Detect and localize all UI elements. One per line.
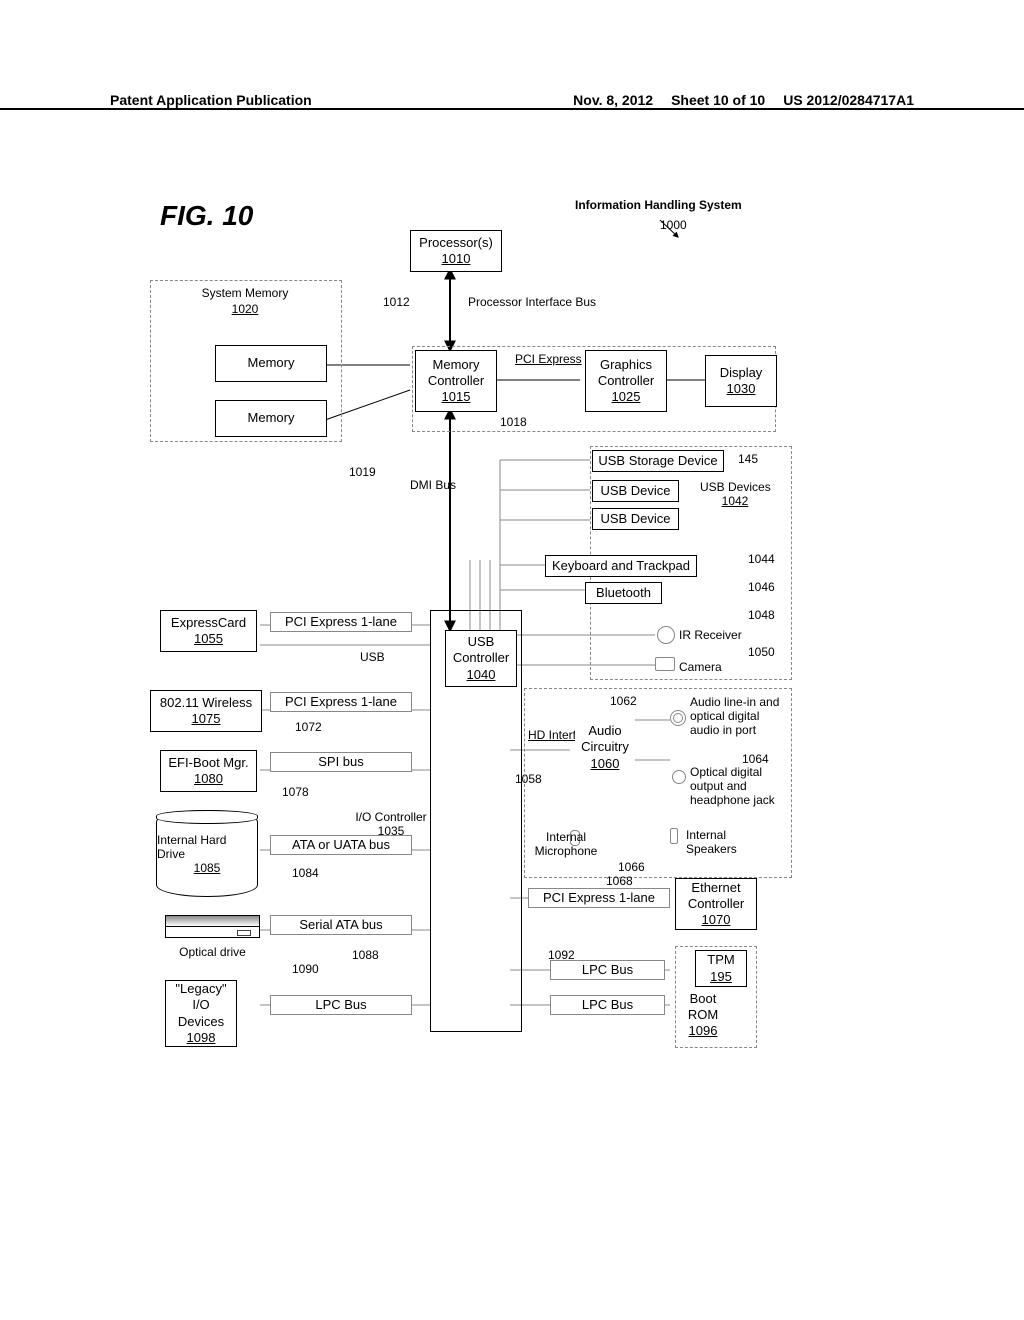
internal-speakers-label: Internal Speakers	[686, 828, 746, 856]
internal-mic-label: Internal Microphone	[526, 830, 606, 858]
page: Patent Application Publication Nov. 8, 2…	[0, 0, 1024, 1320]
audio-linein-label: Audio line-in and optical digital audio …	[690, 695, 790, 737]
camera-ref: 1050	[748, 645, 775, 659]
lpc-bus-left: LPC Bus	[270, 995, 412, 1015]
sysmem-title: System Memory	[190, 286, 300, 300]
sata-bus-ref-b: 1090	[292, 962, 319, 976]
pif-bus-ref: 1012	[383, 295, 410, 309]
io-controller-block	[430, 610, 522, 1032]
ir-receiver-ref: 1048	[748, 608, 775, 622]
sata-bus-ref-a: 1088	[352, 948, 379, 962]
sysmem-ref: 1020	[190, 302, 300, 316]
speaker-icon	[670, 828, 678, 844]
audio-circuitry-block: Audio Circuitry 1060	[575, 720, 635, 775]
bluetooth-ref: 1046	[748, 580, 775, 594]
ethernet-controller-block: Ethernet Controller 1070	[675, 878, 757, 930]
page-header: Patent Application Publication Nov. 8, 2…	[0, 84, 1024, 110]
pcie1lane-bus-2: PCI Express 1-lane	[270, 692, 412, 712]
usb-storage-ref: 145	[738, 452, 758, 466]
wifi-bus-ref: 1072	[295, 720, 322, 734]
bluetooth-block: Bluetooth	[585, 582, 662, 604]
usb-device-block-2: USB Device	[592, 508, 679, 530]
expresscard-block: ExpressCard 1055	[160, 610, 257, 652]
spk-ref: 1066	[618, 860, 645, 874]
ata-bus-ref: 1084	[292, 866, 319, 880]
system-ref: 1000	[660, 218, 687, 232]
hdd-block: Internal Hard Drive 1085	[156, 810, 258, 897]
ata-bus-label: ATA or UATA bus	[270, 835, 412, 855]
system-title: Information Handling System	[575, 198, 742, 212]
header-pubno: US 2012/0284717A1	[783, 92, 914, 108]
dmi-label: DMI Bus	[410, 478, 446, 492]
pif-bus-label: Processor Interface Bus	[468, 295, 596, 309]
efi-bootmgr-block: EFI-Boot Mgr. 1080	[160, 750, 257, 792]
figure-label: FIG. 10	[160, 200, 253, 232]
optical-out-label: Optical digital output and headphone jac…	[690, 765, 790, 807]
dmi-ref: 1019	[349, 465, 376, 479]
sata-bus-label: Serial ATA bus	[270, 915, 412, 935]
optical-drive-icon	[165, 915, 260, 938]
header-date: Nov. 8, 2012	[573, 92, 653, 108]
usb-storage-block: USB Storage Device	[592, 450, 724, 472]
mic-ref: 1068	[606, 874, 633, 888]
graphics-controller-block: Graphics Controller 1025	[585, 350, 667, 412]
pcie-ref: 1018	[500, 415, 527, 429]
processor-label: Processor(s)	[419, 235, 493, 251]
optical-out-ref: 1064	[742, 752, 769, 766]
audio-in-port-inner-icon	[673, 713, 683, 723]
memory-controller-block: Memory Controller 1015	[415, 350, 497, 412]
spi-bus-label: SPI bus	[270, 752, 412, 772]
spi-bus-ref: 1078	[282, 785, 309, 799]
processor-ref: 1010	[442, 251, 471, 267]
usb-bus-label: USB	[360, 650, 385, 664]
camera-icon	[655, 657, 675, 671]
usb-devices-group-label: USB Devices 1042	[700, 480, 770, 508]
memory-block-1: Memory	[215, 345, 327, 382]
memory-block-2: Memory	[215, 400, 327, 437]
usb-device-block-1: USB Device	[592, 480, 679, 502]
display-block: Display 1030	[705, 355, 777, 407]
audio-linein-ref: 1062	[610, 694, 637, 708]
processor-block: Processor(s) 1010	[410, 230, 502, 272]
optical-drive-label: Optical drive	[165, 945, 260, 959]
wifi-block: 802.11 Wireless 1075	[150, 690, 262, 732]
header-sheet: Sheet 10 of 10	[671, 92, 765, 108]
lpc-bus-tpm: LPC Bus	[550, 960, 665, 980]
ir-receiver-label: IR Receiver	[679, 628, 742, 642]
camera-label: Camera	[679, 660, 722, 674]
pcie1lane-bus-1: PCI Express 1-lane	[270, 612, 412, 632]
bootrom-block: Boot ROM 1096	[678, 990, 728, 1040]
audio-out-port-icon	[672, 770, 686, 784]
ir-receiver-icon	[657, 626, 675, 644]
lpc-bus-bootrom: LPC Bus	[550, 995, 665, 1015]
io-controller-label: I/O Controller 1035	[348, 810, 434, 838]
pcie-label: PCI Express	[515, 352, 575, 366]
keyboard-trackpad-ref: 1044	[748, 552, 775, 566]
legacy-io-block: "Legacy" I/O Devices 1098	[165, 980, 237, 1047]
tpm-block: TPM 195	[695, 950, 747, 987]
diagram-canvas: FIG. 10 Information Handling System 1000…	[130, 190, 830, 1090]
keyboard-trackpad-block: Keyboard and Trackpad	[545, 555, 697, 577]
header-left: Patent Application Publication	[110, 92, 312, 108]
pcie1lane-bus-3: PCI Express 1-lane	[528, 888, 670, 908]
